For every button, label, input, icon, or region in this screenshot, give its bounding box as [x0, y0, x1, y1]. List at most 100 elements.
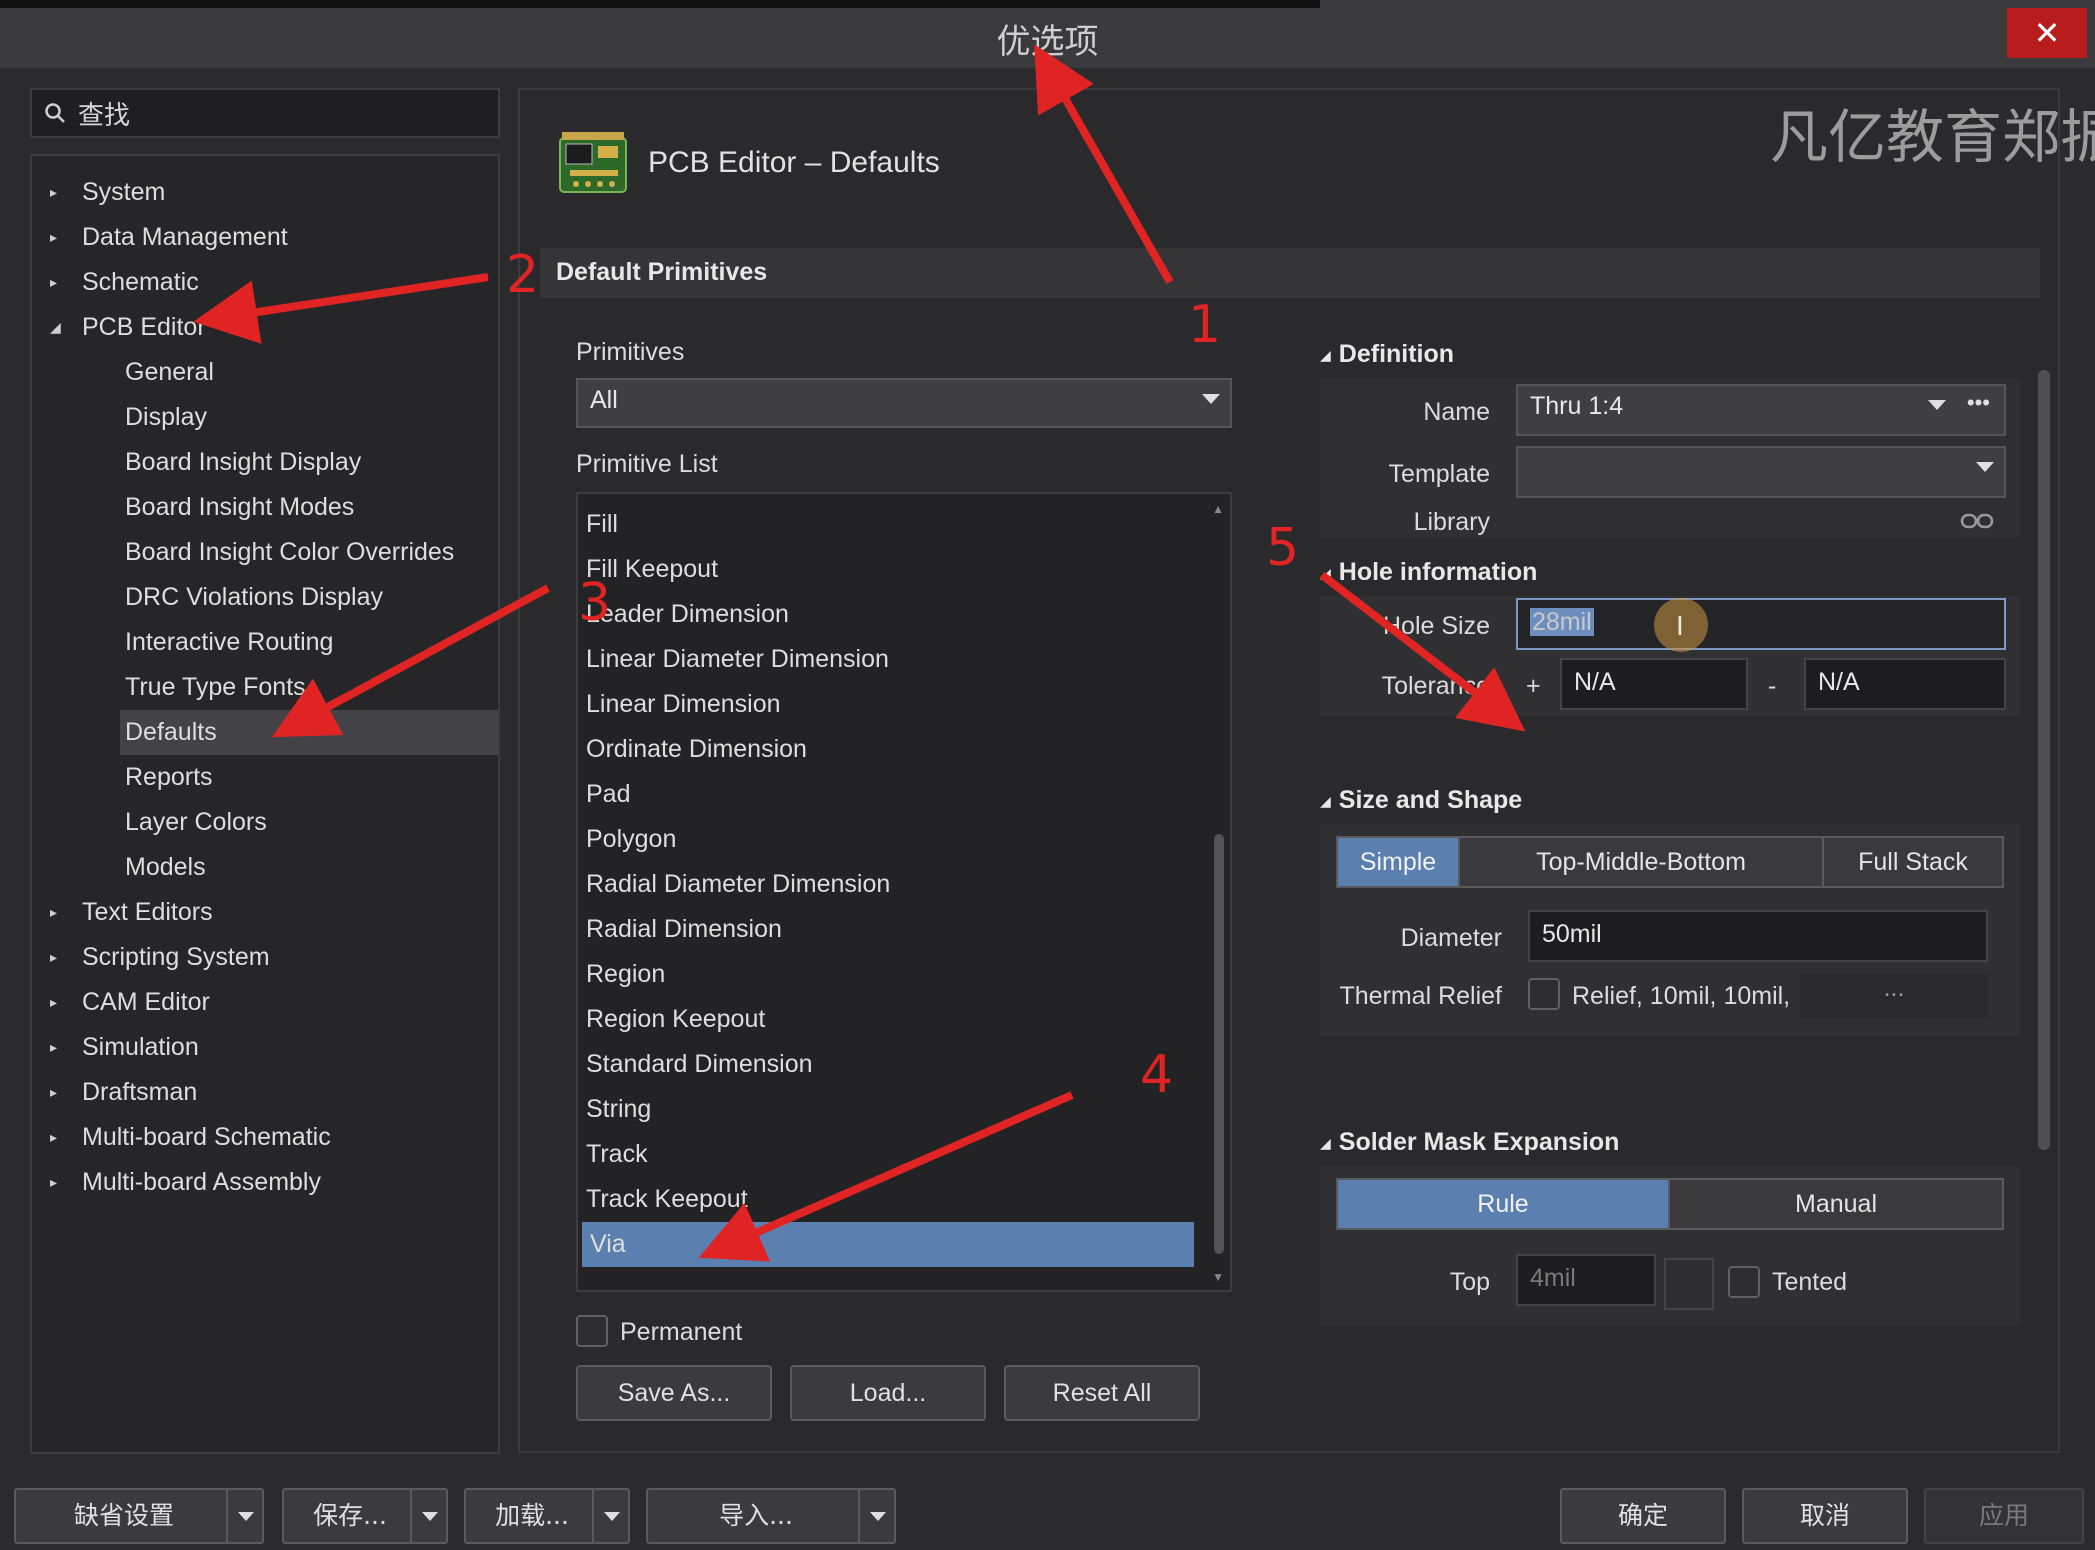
- tree-item-multi-board-assembly[interactable]: ▸ Multi-board Assembly: [32, 1160, 498, 1205]
- tree-item-multi-board-schematic[interactable]: ▸ Multi-board Schematic: [32, 1115, 498, 1160]
- permanent-checkbox[interactable]: [576, 1315, 608, 1347]
- defaults-button[interactable]: 缺省设置: [14, 1488, 264, 1544]
- list-item[interactable]: Radial Dimension: [578, 907, 1198, 952]
- tree-item-interactive-routing[interactable]: Interactive Routing: [32, 620, 498, 665]
- list-item[interactable]: Linear Diameter Dimension: [578, 637, 1198, 682]
- tab-simple[interactable]: Simple: [1336, 836, 1460, 888]
- list-item[interactable]: Fill: [578, 502, 1198, 547]
- ok-button[interactable]: 确定: [1560, 1488, 1726, 1544]
- load-settings-button-label: 加载...: [495, 1501, 569, 1530]
- tree-item-scripting-system[interactable]: ▸ Scripting System: [32, 935, 498, 980]
- tree-item-data-management[interactable]: ▸ Data Management: [32, 215, 498, 260]
- save-as-button[interactable]: Save As...: [576, 1365, 772, 1421]
- tree-item-board-insight-color-overrides[interactable]: Board Insight Color Overrides: [32, 530, 498, 575]
- list-item[interactable]: Leader Dimension: [578, 592, 1198, 637]
- tree-item-simulation[interactable]: ▸ Simulation: [32, 1025, 498, 1070]
- tree-item-layer-colors[interactable]: Layer Colors: [32, 800, 498, 845]
- tree-item-drc-violations-display[interactable]: DRC Violations Display: [32, 575, 498, 620]
- list-item[interactable]: Track: [578, 1132, 1198, 1177]
- list-item[interactable]: Linear Dimension: [578, 682, 1198, 727]
- load-button[interactable]: Load...: [790, 1365, 986, 1421]
- tented-checkbox[interactable]: [1728, 1266, 1760, 1298]
- tree-item-defaults[interactable]: Defaults: [120, 710, 498, 755]
- collapsed-arrow-icon[interactable]: ▸: [50, 890, 57, 935]
- chevron-down-icon[interactable]: [410, 1490, 446, 1542]
- list-item[interactable]: Pad: [578, 772, 1198, 817]
- solder-mask-title: Solder Mask Expansion: [1338, 1128, 1620, 1156]
- tab-manual[interactable]: Manual: [1668, 1178, 2004, 1230]
- solder-mask-header[interactable]: ◢ Solder Mask Expansion: [1320, 1128, 1619, 1157]
- collapsed-arrow-icon[interactable]: ▸: [50, 215, 57, 260]
- tree-item-reports[interactable]: Reports: [32, 755, 498, 800]
- tab-rule[interactable]: Rule: [1336, 1178, 1670, 1230]
- tree-item-general[interactable]: General: [32, 350, 498, 395]
- tree-item-draftsman[interactable]: ▸ Draftsman: [32, 1070, 498, 1115]
- close-button[interactable]: ✕: [2007, 8, 2087, 58]
- apply-button[interactable]: 应用: [1924, 1488, 2084, 1544]
- tree-item-display[interactable]: Display: [32, 395, 498, 440]
- collapsed-arrow-icon[interactable]: ▸: [50, 260, 57, 305]
- list-item[interactable]: Polygon: [578, 817, 1198, 862]
- primitives-dropdown[interactable]: All: [576, 378, 1232, 428]
- definition-header[interactable]: ◢ Definition: [1320, 340, 1454, 369]
- import-button[interactable]: 导入...: [646, 1488, 896, 1544]
- search-input[interactable]: 查找: [30, 88, 500, 138]
- more-options-icon[interactable]: •••: [1967, 390, 1990, 416]
- hole-size-input[interactable]: 28mil I: [1516, 598, 2006, 652]
- scroll-up-icon[interactable]: ▲: [1212, 502, 1224, 516]
- top-input[interactable]: 4mil: [1516, 1254, 1656, 1306]
- list-item[interactable]: Region: [578, 952, 1198, 997]
- expanded-arrow-icon[interactable]: ◢: [50, 305, 61, 350]
- list-item[interactable]: Via: [582, 1222, 1194, 1267]
- collapsed-arrow-icon[interactable]: ▸: [50, 980, 57, 1025]
- name-dropdown[interactable]: Thru 1:4 •••: [1516, 384, 2006, 436]
- tree-item-label: Text Editors: [82, 898, 213, 926]
- collapsed-arrow-icon[interactable]: ▸: [50, 1070, 57, 1115]
- collapsed-arrow-icon[interactable]: ▸: [50, 1025, 57, 1070]
- tree-item-cam-editor[interactable]: ▸ CAM Editor: [32, 980, 498, 1025]
- tab-top-middle-bottom[interactable]: Top-Middle-Bottom: [1458, 836, 1824, 888]
- chevron-down-icon[interactable]: [858, 1490, 894, 1542]
- chevron-down-icon[interactable]: [226, 1490, 262, 1542]
- list-item[interactable]: Ordinate Dimension: [578, 727, 1198, 772]
- template-dropdown[interactable]: [1516, 446, 2006, 498]
- tree-item-schematic[interactable]: ▸ Schematic: [32, 260, 498, 305]
- collapsed-arrow-icon[interactable]: ▸: [50, 1160, 57, 1205]
- tab-full-stack[interactable]: Full Stack: [1822, 836, 2004, 888]
- list-item[interactable]: Radial Diameter Dimension: [578, 862, 1198, 907]
- collapsed-arrow-icon[interactable]: ▸: [50, 170, 57, 215]
- lock-icon[interactable]: [1664, 1258, 1714, 1310]
- list-item[interactable]: String: [578, 1087, 1198, 1132]
- thermal-relief-more-button[interactable]: ...: [1800, 974, 1988, 1018]
- diameter-input[interactable]: 50mil: [1528, 910, 1988, 962]
- list-item[interactable]: Track Keepout: [578, 1177, 1198, 1222]
- tree-item-pcb-editor[interactable]: ◢ PCB Editor: [32, 305, 498, 350]
- tree-item-board-insight-modes[interactable]: Board Insight Modes: [32, 485, 498, 530]
- primitive-list[interactable]: ▲ ▼ Fill Fill Keepout Leader Dimension Line…: [576, 492, 1232, 1292]
- tree-item-true-type-fonts[interactable]: True Type Fonts: [32, 665, 498, 710]
- list-item[interactable]: Fill Keepout: [578, 547, 1198, 592]
- reset-all-button[interactable]: Reset All: [1004, 1365, 1200, 1421]
- thermal-relief-checkbox[interactable]: [1528, 978, 1560, 1010]
- chevron-down-icon[interactable]: [592, 1490, 628, 1542]
- thermal-relief-value: Relief, 10mil, 10mil, 4: [1572, 982, 1792, 1010]
- list-item[interactable]: Standard Dimension: [578, 1042, 1198, 1087]
- tree-item-models[interactable]: Models: [32, 845, 498, 890]
- save-button[interactable]: 保存...: [282, 1488, 448, 1544]
- collapsed-arrow-icon[interactable]: ▸: [50, 1115, 57, 1160]
- list-scrollbar[interactable]: [1214, 834, 1224, 1254]
- tree-item-system[interactable]: ▸ System: [32, 170, 498, 215]
- scroll-down-icon[interactable]: ▼: [1212, 1270, 1224, 1284]
- link-icon[interactable]: [1960, 510, 1994, 532]
- hole-information-header[interactable]: ◢ Hole information: [1320, 558, 1537, 587]
- tree-item-text-editors[interactable]: ▸ Text Editors: [32, 890, 498, 935]
- cancel-button[interactable]: 取消: [1742, 1488, 1908, 1544]
- tolerance-minus-input[interactable]: N/A: [1804, 658, 2006, 710]
- tolerance-plus-input[interactable]: N/A: [1560, 658, 1748, 710]
- list-item[interactable]: Region Keepout: [578, 997, 1198, 1042]
- size-and-shape-header[interactable]: ◢ Size and Shape: [1320, 786, 1522, 815]
- properties-scrollbar[interactable]: [2038, 370, 2050, 1150]
- load-settings-button[interactable]: 加载...: [464, 1488, 630, 1544]
- collapsed-arrow-icon[interactable]: ▸: [50, 935, 57, 980]
- tree-item-board-insight-display[interactable]: Board Insight Display: [32, 440, 498, 485]
